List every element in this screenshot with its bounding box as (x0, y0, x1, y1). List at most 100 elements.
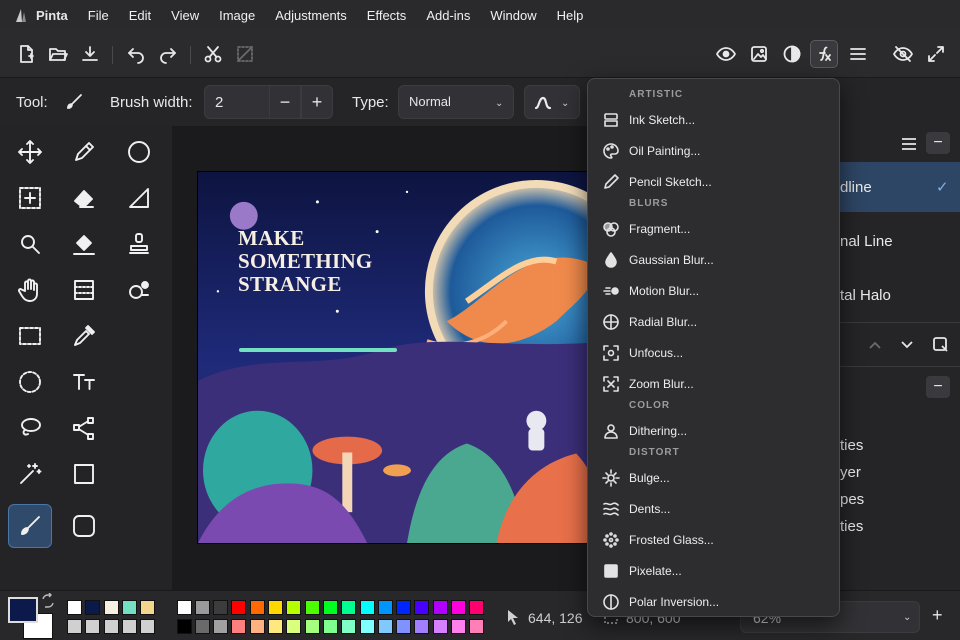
palette-swatch[interactable] (286, 619, 302, 634)
palette-swatch[interactable] (103, 600, 119, 615)
history-item[interactable]: ties (840, 518, 960, 535)
palette-swatch[interactable] (414, 600, 430, 615)
color-picker-tool-icon[interactable] (62, 314, 106, 358)
menu-add-ins[interactable]: Add-ins (416, 8, 480, 23)
open-icon[interactable] (44, 40, 72, 68)
zoom-blur-menu-item[interactable]: Zoom Blur... (588, 369, 839, 399)
layer-properties-icon[interactable] (932, 336, 950, 354)
app-name[interactable]: Pinta (34, 8, 78, 23)
menu-edit[interactable]: Edit (119, 8, 161, 23)
palette-swatch[interactable] (432, 619, 448, 634)
text-tool-icon[interactable] (62, 360, 106, 404)
palette-swatch[interactable] (377, 600, 393, 615)
collapse-button[interactable]: − (926, 376, 950, 398)
zoom-tool-icon[interactable] (8, 222, 52, 266)
fullscreen-icon[interactable] (922, 40, 950, 68)
pan-tool-icon[interactable] (8, 268, 52, 312)
view-icon[interactable] (712, 40, 740, 68)
palette-swatch[interactable] (268, 619, 283, 634)
palette-swatch[interactable] (377, 619, 393, 634)
palette-swatch[interactable] (85, 600, 101, 615)
cut-icon[interactable] (199, 40, 227, 68)
pencil-tool-icon[interactable] (62, 130, 106, 174)
palette-swatch[interactable] (341, 619, 357, 634)
palette-swatch[interactable] (359, 619, 375, 634)
radial-blur-menu-item[interactable]: Radial Blur... (588, 307, 839, 337)
palette-swatch[interactable] (176, 600, 192, 615)
palette-item[interactable]: tal Halo (840, 287, 960, 304)
clone-stamp-tool-icon[interactable] (117, 222, 161, 266)
move-selection-tool-icon[interactable] (8, 176, 52, 220)
redo-icon[interactable] (154, 40, 182, 68)
palette-swatch[interactable] (451, 600, 466, 615)
brush-width-increase-button[interactable]: + (301, 85, 333, 119)
palette-swatch[interactable] (469, 619, 485, 634)
menu-image[interactable]: Image (209, 8, 265, 23)
palette-swatch[interactable] (213, 619, 229, 634)
palette-swatch[interactable] (140, 600, 156, 615)
history-item[interactable]: pes (840, 491, 960, 508)
palette-swatch[interactable] (67, 600, 82, 615)
palette-swatch[interactable] (194, 600, 210, 615)
bulge-menu-item[interactable]: Bulge... (588, 463, 839, 493)
rounded-rectangle-tool-icon[interactable] (62, 504, 106, 548)
palette-swatch[interactable] (396, 619, 412, 634)
brush-width-decrease-button[interactable]: − (269, 85, 301, 119)
menu-view[interactable]: View (161, 8, 209, 23)
rectangle-tool-icon[interactable] (62, 452, 106, 496)
ellipse-tool-icon[interactable] (117, 130, 161, 174)
effects-icon[interactable] (810, 40, 838, 68)
motion-blur-menu-item[interactable]: Motion Blur... (588, 276, 839, 306)
menu-file[interactable]: File (78, 8, 119, 23)
brush-width-input[interactable]: 2 (204, 85, 270, 119)
pencil-sketch-menu-item[interactable]: Pencil Sketch... (588, 167, 839, 197)
paintbrush-tool-icon[interactable] (8, 504, 52, 548)
recolor-tool-icon[interactable] (117, 268, 161, 312)
palette-item[interactable]: nal Line (840, 233, 960, 250)
type-dropdown[interactable]: Normal ⌄ (398, 85, 514, 119)
new-image-icon[interactable] (12, 40, 40, 68)
undo-icon[interactable] (122, 40, 150, 68)
oil-painting-menu-item[interactable]: Oil Painting... (588, 136, 839, 166)
palette-swatch[interactable] (286, 600, 302, 615)
panel-menu-icon[interactable] (900, 135, 918, 153)
ink-sketch-menu-item[interactable]: Ink Sketch... (588, 105, 839, 135)
palette-swatch[interactable] (176, 619, 192, 634)
dithering-menu-item[interactable]: Dithering... (588, 416, 839, 446)
palette-swatch[interactable] (121, 600, 137, 615)
dents-menu-item[interactable]: Dents... (588, 494, 839, 524)
gradient-tool-icon[interactable] (62, 268, 106, 312)
lasso-select-tool-icon[interactable] (8, 406, 52, 450)
palette-swatch[interactable] (231, 600, 247, 615)
palette-swatch[interactable] (341, 600, 357, 615)
palette-item-selected[interactable]: dline ✓ (840, 162, 960, 212)
palette-swatch[interactable] (85, 619, 101, 634)
image-icon[interactable] (745, 40, 773, 68)
palette-swatch[interactable] (194, 619, 210, 634)
collapse-button[interactable]: − (926, 132, 950, 154)
palette-swatch[interactable] (249, 600, 265, 615)
menu-help[interactable]: Help (547, 8, 594, 23)
palette-swatch[interactable] (396, 600, 412, 615)
eraser-tool-icon[interactable] (62, 176, 106, 220)
menu-adjustments[interactable]: Adjustments (265, 8, 357, 23)
palette-swatch[interactable] (304, 619, 320, 634)
frosted-glass-menu-item[interactable]: Frosted Glass... (588, 525, 839, 555)
ellipse-select-tool-icon[interactable] (8, 360, 52, 404)
primary-color-swatch[interactable] (8, 597, 38, 623)
paint-bucket-tool-icon[interactable] (62, 222, 106, 266)
palette-swatch[interactable] (67, 619, 82, 634)
palette-swatch[interactable] (469, 600, 485, 615)
hide-icon[interactable] (889, 40, 917, 68)
crop-to-selection-icon[interactable] (231, 40, 259, 68)
pixelate-menu-item[interactable]: Pixelate... (588, 556, 839, 586)
palette-swatch[interactable] (304, 600, 320, 615)
palette-swatch[interactable] (121, 619, 137, 634)
magic-wand-tool-icon[interactable] (8, 452, 52, 496)
palette-swatch[interactable] (359, 600, 375, 615)
history-item[interactable]: ties (840, 437, 960, 454)
freeform-shape-tool-icon[interactable] (117, 176, 161, 220)
swap-colors-icon[interactable] (40, 593, 56, 609)
palette-swatch[interactable] (103, 619, 119, 634)
palette-swatch[interactable] (322, 619, 338, 634)
